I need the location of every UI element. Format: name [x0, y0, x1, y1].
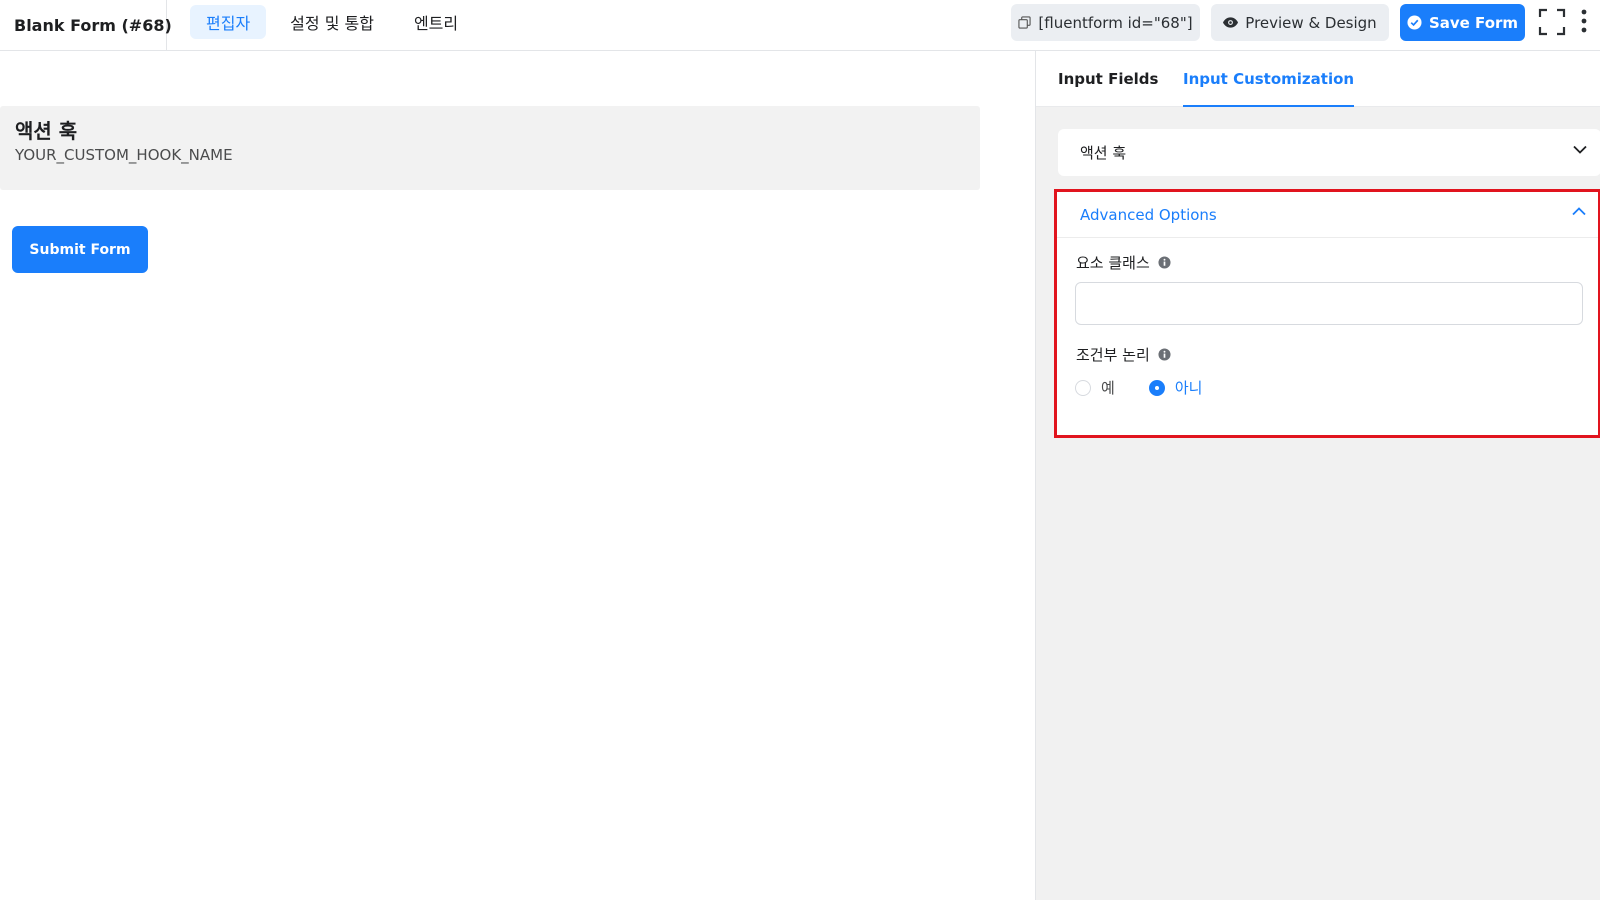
conditional-logic-label-text: 조건부 논리	[1076, 346, 1150, 364]
advanced-options-panel: Advanced Options 요소 클래스 조건부 논리 예 아니	[1054, 189, 1600, 438]
conditional-logic-label: 조건부 논리	[1076, 344, 1171, 365]
tab-input-fields[interactable]: Input Fields	[1058, 51, 1158, 107]
radio-no-label: 아니	[1174, 379, 1203, 397]
accordion-action-hook[interactable]: 액션 훅	[1058, 129, 1600, 176]
conditional-logic-radio-group: 예 아니	[1075, 377, 1236, 398]
form-editor-canvas: 액션 훅 YOUR_CUSTOM_HOOK_NAME Submit Form	[0, 51, 1035, 900]
form-title-text: Blank Form (#68)	[14, 15, 172, 35]
field-title: 액션 훅	[15, 119, 78, 143]
radio-yes-label: 예	[1101, 379, 1115, 397]
eye-icon	[1223, 17, 1239, 28]
element-class-label-text: 요소 클래스	[1076, 254, 1150, 272]
copy-icon	[1018, 16, 1032, 29]
accordion-title: 액션 훅	[1080, 144, 1127, 162]
element-class-input[interactable]	[1075, 282, 1583, 325]
info-icon[interactable]	[1158, 348, 1171, 361]
check-circle-icon	[1407, 15, 1422, 30]
main-nav-tabs: 편집자 설정 및 통합 엔트리	[190, 5, 474, 39]
radio-no-circle[interactable]	[1148, 379, 1165, 396]
tab-input-customization[interactable]: Input Customization	[1183, 51, 1355, 107]
preview-design-button[interactable]: Preview & Design	[1211, 4, 1389, 41]
save-form-button[interactable]: Save Form	[1400, 4, 1525, 41]
field-hook-name: YOUR_CUSTOM_HOOK_NAME	[15, 146, 233, 164]
top-bar: Blank Form (#68) 편집자 설정 및 통합 엔트리 [fluent…	[0, 0, 1600, 51]
element-class-label: 요소 클래스	[1076, 252, 1171, 273]
sidebar-tabs: Input Fields Input Customization	[1036, 51, 1600, 107]
shortcode-label: [fluentform id="68"]	[1038, 13, 1193, 32]
advanced-options-header[interactable]: Advanced Options	[1057, 192, 1598, 238]
advanced-options-title: Advanced Options	[1080, 205, 1217, 224]
info-icon[interactable]	[1158, 256, 1171, 269]
fullscreen-icon[interactable]	[1538, 8, 1566, 36]
radio-yes[interactable]: 예	[1075, 377, 1115, 398]
form-title: Blank Form (#68)	[0, 0, 172, 50]
preview-design-label: Preview & Design	[1245, 13, 1377, 32]
tab-editor[interactable]: 편집자	[190, 5, 267, 39]
shortcode-button[interactable]: [fluentform id="68"]	[1011, 4, 1200, 41]
tab-entries[interactable]: 엔트리	[398, 5, 474, 39]
radio-no[interactable]: 아니	[1148, 377, 1203, 398]
submit-form-button[interactable]: Submit Form	[12, 226, 148, 273]
chevron-up-icon	[1572, 207, 1586, 216]
chevron-down-icon	[1573, 145, 1587, 154]
action-hook-field[interactable]: 액션 훅 YOUR_CUSTOM_HOOK_NAME	[0, 106, 980, 190]
tab-settings-integrations[interactable]: 설정 및 통합	[274, 5, 390, 39]
settings-sidebar: Input Fields Input Customization 액션 훅 Ad…	[1035, 51, 1600, 900]
save-form-label: Save Form	[1428, 13, 1519, 32]
radio-yes-circle[interactable]	[1075, 379, 1091, 396]
more-vertical-icon[interactable]	[1578, 8, 1590, 36]
